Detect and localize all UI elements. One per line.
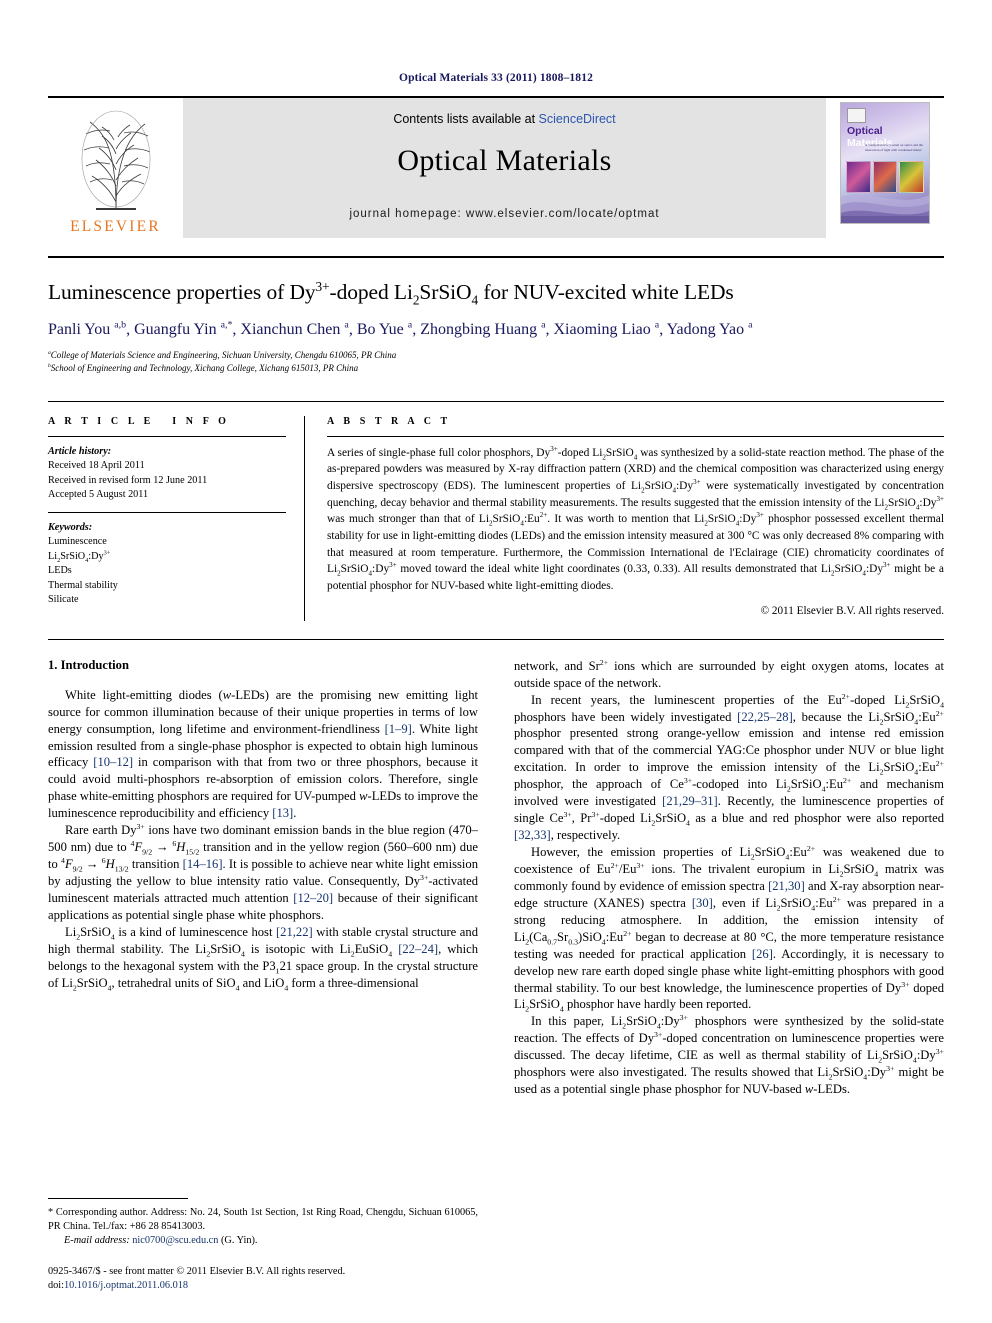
- journal-title: Optical Materials: [397, 144, 612, 177]
- keyword-item: Silicate: [48, 594, 79, 606]
- email-link[interactable]: nic0700@scu.edu.cn: [132, 1235, 218, 1246]
- issn-copyright-block: 0925-3467/$ - see front matter © 2011 El…: [48, 1265, 478, 1293]
- abstract-text: A series of single-phase full color phos…: [327, 444, 944, 592]
- email-person: (G. Yin).: [220, 1235, 258, 1247]
- keywords-rule: [48, 511, 286, 513]
- corresponding-author-text: * Corresponding author. Address: No. 24,…: [48, 1206, 478, 1233]
- article-history-block: Article history: Received 18 April 2011 …: [48, 445, 286, 503]
- keyword-item: Luminescence: [48, 536, 107, 548]
- email-label: E-mail address:: [64, 1235, 130, 1247]
- paragraph: Li2SrSiO4 is a kind of luminescence host…: [48, 924, 478, 993]
- journal-cover-image: Optical Materials A comprehensive journa…: [840, 102, 930, 224]
- keywords-label: Keywords:: [48, 521, 93, 533]
- keyword-item: Thermal stability: [48, 579, 118, 591]
- citation-ref[interactable]: [12–20]: [293, 891, 333, 905]
- corresponding-author-note: * Corresponding author. Address: No. 24,…: [48, 1206, 478, 1249]
- paragraph: network, and Sr2+ ions which are surroun…: [514, 657, 944, 690]
- affiliation-b: bSchool of Engineering and Technology, X…: [48, 362, 359, 373]
- journal-masthead: ELSEVIER Contents lists available at Sci…: [48, 96, 944, 238]
- title-seg-3: SrSiO: [419, 280, 472, 304]
- abstract-copyright: © 2011 Elsevier B.V. All rights reserved…: [760, 605, 944, 618]
- article-info-rule: [48, 435, 286, 437]
- email-line: E-mail address: nic0700@scu.edu.cn (G. Y…: [48, 1234, 478, 1248]
- sciencedirect-link[interactable]: ScienceDirect: [539, 112, 616, 126]
- journal-cover-wrap: Optical Materials A comprehensive journa…: [826, 98, 944, 238]
- elsevier-tree-icon: [65, 104, 166, 216]
- keywords-block: Keywords: Luminescence Li2SrSiO4:Dy3+ LE…: [48, 521, 286, 608]
- article-info-heading: A R T I C L E I N F O: [48, 415, 230, 427]
- title-divider: [48, 256, 944, 258]
- section-heading-introduction: 1. Introduction: [48, 657, 129, 672]
- citation-ref[interactable]: [32,33]: [514, 828, 551, 842]
- abstract-column: A B S T R A C T A series of single-phase…: [327, 416, 944, 621]
- citation-ref[interactable]: [10–12]: [93, 755, 133, 769]
- affiliation-a: aCollege of Materials Science and Engine…: [48, 349, 397, 360]
- citation-ref[interactable]: [1–9]: [385, 722, 412, 736]
- citation-ref[interactable]: [21,29–31]: [662, 794, 718, 808]
- body-columns: 1. Introduction White light-emitting dio…: [48, 658, 944, 1098]
- paragraph: White light-emitting diodes (w-LEDs) are…: [48, 687, 479, 821]
- affiliation-a-text: College of Materials Science and Enginee…: [50, 349, 397, 360]
- article-page: Optical Materials 33 (2011) 1808–1812 EL…: [0, 0, 992, 1323]
- history-item: Accepted 5 August 2011: [48, 489, 149, 501]
- history-item: Received in revised form 12 June 2011: [48, 474, 208, 486]
- title-seg-2: -doped Li: [329, 280, 413, 304]
- abstract-rule: [327, 435, 944, 437]
- footnote-area: * Corresponding author. Address: No. 24,…: [48, 1197, 478, 1293]
- citation-ref[interactable]: [21,30]: [768, 879, 805, 893]
- affiliations: aCollege of Materials Science and Engine…: [48, 349, 944, 375]
- citation-ref[interactable]: [22–24]: [398, 942, 438, 956]
- left-column: 1. Introduction White light-emitting dio…: [48, 658, 478, 1098]
- author-list: Panli You a,b, Guangfu Yin a,*, Xianchun…: [48, 319, 753, 338]
- paragraph: In this paper, Li2SrSiO4:Dy3+ phosphors …: [514, 1013, 945, 1097]
- paragraph: However, the emission properties of Li2S…: [514, 843, 945, 1014]
- cover-elsevier-icon: [847, 108, 866, 123]
- doi-line: doi:10.1016/j.optmat.2011.06.018: [48, 1279, 478, 1293]
- cover-bottom-bar: [841, 216, 929, 223]
- elsevier-wordmark: ELSEVIER: [70, 218, 161, 235]
- keyword-item: Li2SrSiO4:Dy3+: [48, 549, 111, 564]
- citation-ref[interactable]: [21,22]: [276, 925, 313, 939]
- title-sup-1: 3+: [315, 278, 330, 294]
- contents-prefix: Contents lists available at: [393, 112, 539, 126]
- cover-subtitle: A comprehensive journal on optics and th…: [865, 143, 924, 153]
- article-history-label: Article history:: [48, 445, 112, 457]
- citation-ref[interactable]: [30]: [692, 896, 713, 910]
- body-divider: [48, 638, 944, 640]
- info-abstract-band: A R T I C L E I N F O Article history: R…: [48, 400, 944, 621]
- issn-line: 0925-3467/$ - see front matter © 2011 El…: [48, 1265, 346, 1277]
- page-title: Luminescence properties of Dy3+-doped Li…: [48, 278, 944, 307]
- footnote-rule: [48, 1197, 188, 1199]
- citation-ref[interactable]: [14–16]: [183, 857, 223, 871]
- history-item: Received 18 April 2011: [48, 460, 145, 472]
- citation-ref[interactable]: [13]: [272, 806, 293, 820]
- contents-available-line: Contents lists available at ScienceDirec…: [393, 112, 615, 126]
- article-info-body: Article history: Received 18 April 2011 …: [48, 445, 286, 608]
- citation-ref[interactable]: [26]: [752, 947, 773, 961]
- title-seg-4: for NUV-excited white LEDs: [478, 280, 734, 304]
- journal-homepage[interactable]: journal homepage: www.elsevier.com/locat…: [349, 208, 659, 220]
- right-column: network, and Sr2+ ions which are surroun…: [514, 658, 944, 1098]
- running-head: Optical Materials 33 (2011) 1808–1812: [399, 72, 593, 84]
- title-seg-1: Luminescence properties of Dy: [48, 280, 316, 304]
- affiliation-b-text: School of Engineering and Technology, Xi…: [50, 362, 359, 373]
- keyword-item: LEDs: [48, 565, 72, 577]
- cover-title-word1: Optical: [847, 125, 883, 137]
- abstract-heading: A B S T R A C T: [327, 415, 451, 427]
- citation-ref[interactable]: [22,25–28]: [737, 710, 793, 724]
- paragraph: In recent years, the luminescent propert…: [514, 691, 945, 843]
- doi-label: doi:: [48, 1279, 65, 1291]
- doi-link[interactable]: 10.1016/j.optmat.2011.06.018: [64, 1280, 188, 1291]
- paragraph: Rare earth Dy3+ ions have two dominant e…: [48, 822, 478, 922]
- masthead-center: Contents lists available at ScienceDirec…: [183, 98, 826, 238]
- publisher-logo: ELSEVIER: [48, 98, 183, 238]
- article-info-column: A R T I C L E I N F O Article history: R…: [48, 415, 305, 621]
